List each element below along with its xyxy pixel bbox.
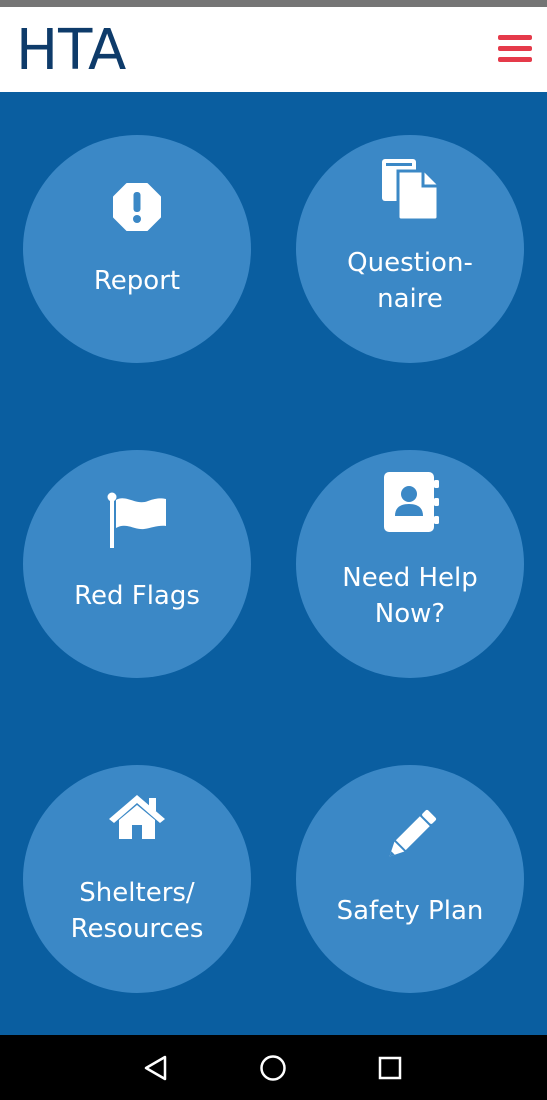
hamburger-menu-icon[interactable] [496,33,534,65]
documents-icon [382,159,440,221]
safety-plan-label: Safety Plan [336,896,484,926]
address-book-icon [384,472,439,532]
app-title: HTA [16,18,127,83]
need-help-now-label: Need Help Now? [342,563,478,629]
recents-square-icon[interactable] [375,1053,405,1083]
need-help-now-button[interactable]: Need Help Now? [296,450,524,678]
report-button[interactable]: Report [23,135,251,363]
pencil-icon [389,809,437,857]
app-header: HTA [0,7,547,92]
status-bar [0,0,547,7]
app-screen: HTA Report Question- naire Red Flags Nee… [0,0,547,1100]
home-icon [109,795,165,839]
home-circle-icon[interactable] [258,1053,288,1083]
questionnaire-label: Question- naire [347,248,473,314]
shelters-resources-label: Shelters/ Resources [70,878,204,944]
red-flags-button[interactable]: Red Flags [23,450,251,678]
red-flags-label: Red Flags [74,581,200,611]
questionnaire-button[interactable]: Question- naire [296,135,524,363]
main-menu-grid: Report Question- naire Red Flags Need He… [0,92,547,1035]
octagon-exclamation-icon [113,183,161,231]
system-navigation-bar [0,1035,547,1100]
flag-icon [107,492,166,548]
report-label: Report [93,266,181,296]
safety-plan-button[interactable]: Safety Plan [296,765,524,993]
shelters-resources-button[interactable]: Shelters/ Resources [23,765,251,993]
back-triangle-icon[interactable] [141,1053,171,1083]
